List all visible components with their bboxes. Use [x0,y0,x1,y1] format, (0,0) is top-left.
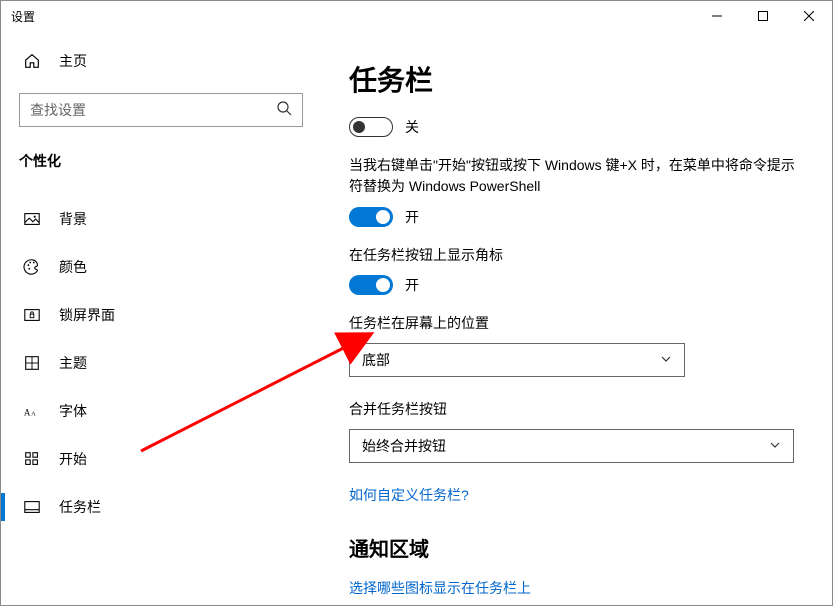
dropdown-value: 底部 [362,350,390,370]
start-icon [23,450,41,468]
search-input[interactable] [30,102,270,118]
toggle-1[interactable] [349,117,393,137]
customize-taskbar-link[interactable]: 如何自定义任务栏? [349,485,469,505]
sidebar-item-label: 背景 [59,209,87,229]
sidebar-item-fonts[interactable]: AA 字体 [1,387,321,435]
toggle-3[interactable] [349,275,393,295]
taskbar-icon [23,498,41,516]
maximize-icon [758,11,768,21]
window-title: 设置 [11,8,35,25]
close-icon [804,11,814,21]
position-label: 任务栏在屏幕上的位置 [349,313,808,333]
sidebar-item-label: 主题 [59,353,87,373]
sidebar-item-start[interactable]: 开始 [1,435,321,483]
close-button[interactable] [786,1,832,31]
theme-icon [23,354,41,372]
sidebar-item-colors[interactable]: 颜色 [1,243,321,291]
maximize-button[interactable] [740,1,786,31]
toggle-row-1: 关 [349,117,808,137]
settings-window: 设置 主页 [0,0,833,606]
minimize-icon [712,11,722,21]
font-icon: AA [23,402,41,420]
dropdown-value: 始终合并按钮 [362,436,446,456]
search-wrap [1,93,321,127]
content-area: 任务栏 关 当我右键单击"开始"按钮或按下 Windows 键+X 时，在菜单中… [321,31,832,605]
toggle-2[interactable] [349,207,393,227]
chevron-down-icon [660,352,672,368]
combine-buttons-dropdown[interactable]: 始终合并按钮 [349,429,794,463]
palette-icon [23,258,41,276]
home-label: 主页 [59,51,87,71]
body: 主页 个性化 背景 [1,31,832,605]
combine-label: 合并任务栏按钮 [349,399,808,419]
taskbar-position-dropdown[interactable]: 底部 [349,343,685,377]
category-title: 个性化 [1,151,321,171]
search-icon [276,100,292,121]
home-button[interactable]: 主页 [1,41,321,81]
lockscreen-icon [23,306,41,324]
sidebar-item-label: 任务栏 [59,497,101,517]
sidebar-item-label: 锁屏界面 [59,305,115,325]
select-icons-link[interactable]: 选择哪些图标显示在任务栏上 [349,578,531,598]
sidebar-item-taskbar[interactable]: 任务栏 [1,483,321,531]
toggle-3-label: 开 [405,275,419,295]
svg-text:A: A [31,411,36,418]
page-title: 任务栏 [349,59,808,99]
toggle-1-label: 关 [405,117,419,137]
svg-text:A: A [24,408,31,418]
minimize-button[interactable] [694,1,740,31]
toggle-2-label: 开 [405,207,419,227]
toggle-row-3: 开 [349,275,808,295]
powershell-desc: 当我右键单击"开始"按钮或按下 Windows 键+X 时，在菜单中将命令提示符… [349,155,808,197]
sidebar-item-label: 开始 [59,449,87,469]
notification-area-heading: 通知区域 [349,533,808,562]
chevron-down-icon [769,438,781,454]
image-icon [23,210,41,228]
badge-label: 在任务栏按钮上显示角标 [349,245,808,265]
home-icon [23,52,41,70]
sidebar-item-label: 字体 [59,401,87,421]
toggle-row-2: 开 [349,207,808,227]
sidebar-item-background[interactable]: 背景 [1,195,321,243]
sidebar-item-themes[interactable]: 主题 [1,339,321,387]
search-box[interactable] [19,93,303,127]
sidebar-item-lockscreen[interactable]: 锁屏界面 [1,291,321,339]
nav-list: 背景 颜色 锁屏界面 [1,195,321,531]
sidebar: 主页 个性化 背景 [1,31,321,605]
window-controls [694,1,832,31]
sidebar-item-label: 颜色 [59,257,87,277]
